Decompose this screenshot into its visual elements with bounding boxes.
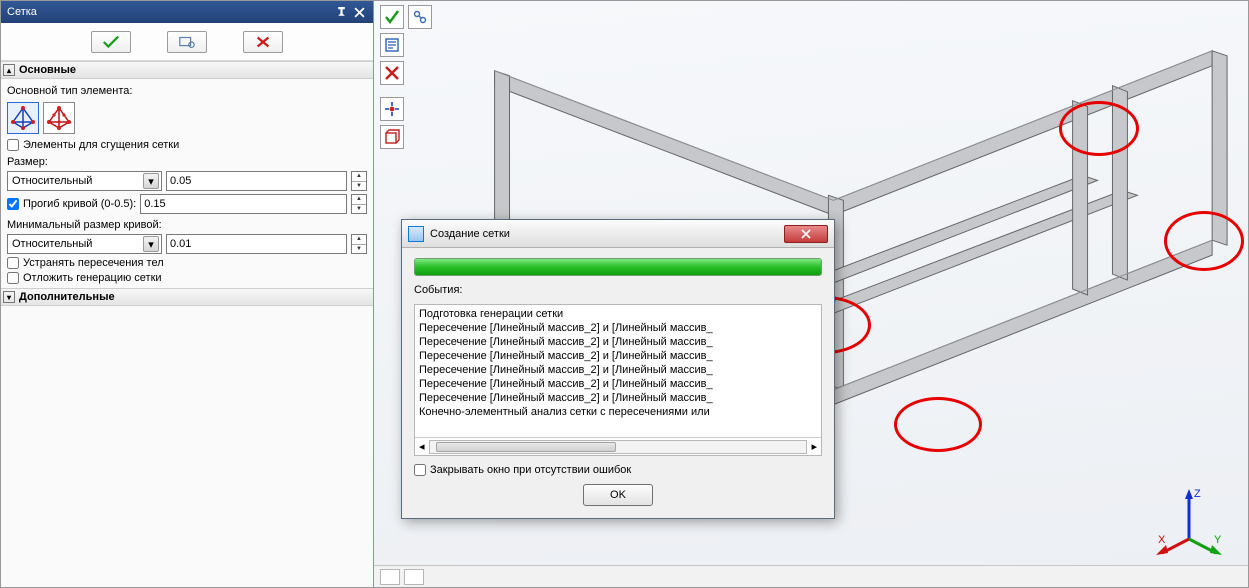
properties-icon[interactable] (380, 33, 404, 57)
svg-text:Z: Z (1194, 488, 1201, 500)
min-value-spinner[interactable]: ▲▼ (351, 234, 367, 254)
annotation-circle (894, 397, 982, 452)
elem-type-tetra-button[interactable] (7, 102, 39, 134)
size-label: Размер: (7, 156, 367, 168)
mesh-generation-dialog: Создание сетки События: Подготовка генер… (401, 219, 835, 519)
svg-text:X: X (1158, 534, 1166, 546)
progress-bar (414, 258, 822, 276)
options-icon[interactable] (408, 5, 432, 29)
events-label: События: (414, 284, 822, 296)
preview-button[interactable] (167, 31, 207, 53)
status-btn-1[interactable] (380, 569, 400, 585)
cancel-button[interactable] (243, 31, 283, 53)
events-box: Подготовка генерации сетки Пересечение [… (414, 304, 822, 456)
remove-intersections-checkbox[interactable] (7, 257, 19, 269)
sag-value-text: 0.15 (144, 198, 165, 210)
min-mode-dropdown[interactable]: Относительный ▾ (7, 234, 162, 254)
section-main-body: Основной тип элемента: Элементы для сгущ… (1, 79, 373, 288)
event-row: Конечно-элементный анализ сетки с пересе… (419, 405, 817, 419)
box-icon[interactable] (380, 125, 404, 149)
sag-checkbox[interactable] (7, 198, 19, 210)
dialog-close-button[interactable] (784, 225, 828, 243)
status-btn-2[interactable] (404, 569, 424, 585)
delay-generation-label: Отложить генерацию сетки (23, 272, 162, 284)
section-additional-label: Дополнительные (19, 291, 115, 303)
scroll-thumb[interactable] (436, 442, 616, 452)
sag-label: Прогиб кривой (0-0.5): (23, 198, 136, 210)
scroll-left-icon[interactable]: ◂ (419, 440, 425, 453)
status-bar (374, 565, 1248, 587)
dialog-icon (408, 226, 424, 242)
events-list[interactable]: Подготовка генерации сетки Пересечение [… (415, 305, 821, 437)
chevron-down-icon: ▾ (143, 173, 159, 189)
size-mode-value: Относительный (12, 175, 143, 187)
min-mode-value: Относительный (12, 238, 143, 250)
size-mode-dropdown[interactable]: Относительный ▾ (7, 171, 162, 191)
event-row: Пересечение [Линейный массив_2] и [Линей… (419, 363, 817, 377)
sag-value-spinner[interactable]: ▲▼ (351, 194, 367, 214)
panel-title: Сетка (7, 6, 37, 18)
section-additional-header[interactable]: ▾ Дополнительные (1, 288, 373, 306)
cancel-icon[interactable] (380, 61, 404, 85)
elem-type-label: Основной тип элемента: (7, 85, 367, 97)
event-row: Пересечение [Линейный массив_2] и [Линей… (419, 391, 817, 405)
axis-triad: Z X Y (1154, 487, 1224, 557)
dialog-title: Создание сетки (430, 228, 510, 240)
pin-icon[interactable] (333, 4, 349, 20)
dense-elements-label: Элементы для сгущения сетки (23, 139, 179, 151)
scroll-right-icon[interactable]: ▸ (811, 440, 817, 453)
mesh-panel: Сетка ▴ Основные Основной тип элемента: (1, 1, 374, 587)
events-scrollbar[interactable]: ◂ ▸ (415, 437, 821, 455)
event-row: Пересечение [Линейный массив_2] и [Линей… (419, 377, 817, 391)
size-value-text: 0.05 (170, 175, 191, 187)
annotation-circle (1164, 211, 1244, 271)
section-main-label: Основные (19, 64, 76, 76)
close-on-no-errors-checkbox[interactable] (414, 464, 426, 476)
ok-button[interactable]: OK (583, 484, 653, 506)
delay-generation-checkbox[interactable] (7, 272, 19, 284)
collapse-icon: ▴ (3, 64, 15, 76)
annotation-circle (1059, 101, 1139, 156)
min-curve-label: Минимальный размер кривой: (7, 219, 367, 231)
view-toolbar (380, 5, 432, 149)
close-icon[interactable] (351, 4, 367, 20)
dense-elements-checkbox[interactable] (7, 139, 19, 151)
panel-action-bar (1, 23, 373, 61)
event-row: Пересечение [Линейный массив_2] и [Линей… (419, 335, 817, 349)
remove-intersections-label: Устранять пересечения тел (23, 257, 164, 269)
event-row: Подготовка генерации сетки (419, 307, 817, 321)
section-main-header[interactable]: ▴ Основные (1, 61, 373, 79)
svg-text:Y: Y (1214, 534, 1222, 546)
elem-type-tetra2-button[interactable] (43, 102, 75, 134)
node-icon[interactable] (380, 97, 404, 121)
expand-icon: ▾ (3, 291, 15, 303)
size-value-spinner[interactable]: ▲▼ (351, 171, 367, 191)
panel-titlebar: Сетка (1, 1, 373, 23)
close-on-no-errors-label: Закрывать окно при отсутствии ошибок (430, 464, 631, 476)
accept-icon[interactable] (380, 5, 404, 29)
event-row: Пересечение [Линейный массив_2] и [Линей… (419, 349, 817, 363)
sag-value-input[interactable]: 0.15 (140, 194, 347, 214)
accept-button[interactable] (91, 31, 131, 53)
min-value-input[interactable]: 0.01 (166, 234, 347, 254)
dialog-titlebar: Создание сетки (402, 220, 834, 248)
size-value-input[interactable]: 0.05 (166, 171, 347, 191)
app-window: Сетка ▴ Основные Основной тип элемента: (0, 0, 1249, 588)
min-value-text: 0.01 (170, 238, 191, 250)
event-row: Пересечение [Линейный массив_2] и [Линей… (419, 321, 817, 335)
chevron-down-icon: ▾ (143, 236, 159, 252)
